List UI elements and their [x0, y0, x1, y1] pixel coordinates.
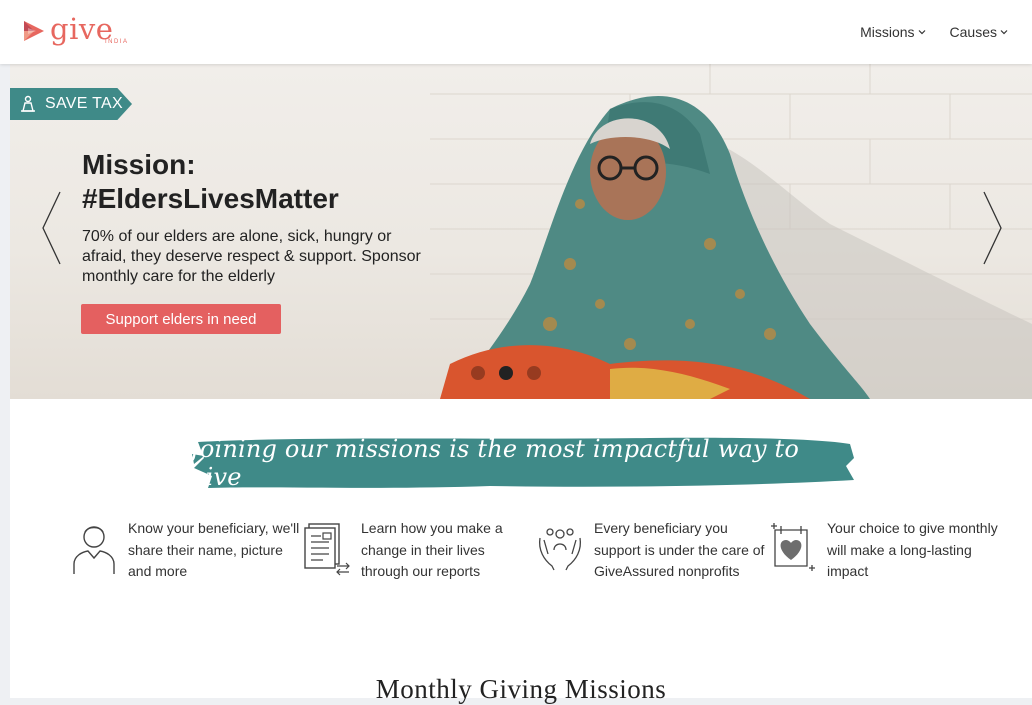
hero-description: 70% of our elders are alone, sick, hungr…: [82, 228, 421, 285]
section-title: Monthly Giving Missions: [375, 674, 667, 704]
report-icon: [304, 523, 350, 576]
carousel-dot-1[interactable]: [471, 366, 485, 380]
feature-item: Every beneficiary you support is under t…: [536, 518, 766, 583]
feature-text: Every beneficiary you support is under t…: [594, 520, 765, 579]
carousel-dot-2[interactable]: [499, 366, 513, 380]
main-nav: Missions Causes: [860, 24, 1008, 40]
missions-banner: Joining our missions is the most impactf…: [190, 435, 856, 491]
hero-carousel: SAVE TAX Mission: #EldersLivesMatter 70%…: [10, 64, 1032, 399]
tax-saving-icon: [21, 95, 35, 112]
logo-mark-icon: [24, 21, 44, 41]
feature-text: Your choice to give monthly will make a …: [827, 520, 998, 579]
chevron-down-icon: [1000, 30, 1008, 35]
carousel-next-arrow-icon[interactable]: [980, 190, 1004, 266]
hands-care-icon: [538, 528, 582, 571]
hero-title-line1: Mission:: [82, 149, 196, 180]
feature-text: Learn how you make a change in their liv…: [361, 520, 503, 579]
carousel-dot-3[interactable]: [527, 366, 541, 380]
nav-causes[interactable]: Causes: [950, 24, 1008, 40]
feature-item: Learn how you make a change in their liv…: [303, 518, 533, 583]
logo-subtext: INDIA: [105, 39, 129, 45]
logo-text: give: [50, 11, 114, 46]
feature-text: Know your beneficiary, we'll share their…: [128, 520, 300, 579]
save-tax-label: SAVE TAX: [45, 95, 123, 112]
save-tax-badge: SAVE TAX: [10, 88, 132, 120]
features-row: Know your beneficiary, we'll share their…: [70, 518, 998, 618]
person-icon: [73, 526, 115, 574]
support-elders-button[interactable]: Support elders in need: [81, 304, 281, 334]
hero-title: Mission: #EldersLivesMatter: [82, 148, 502, 216]
banner-text: Joining our missions is the most impactf…: [190, 435, 800, 491]
hero-title-line2: #EldersLivesMatter: [82, 183, 339, 214]
carousel-dots: [471, 366, 541, 380]
feature-item: Your choice to give monthly will make a …: [769, 518, 999, 583]
nav-missions-label: Missions: [860, 24, 915, 40]
nav-missions[interactable]: Missions: [860, 24, 925, 40]
feature-item: Know your beneficiary, we'll share their…: [70, 518, 300, 583]
carousel-prev-arrow-icon[interactable]: [40, 190, 64, 266]
nav-causes-label: Causes: [949, 24, 997, 40]
heart-calendar-icon: [771, 523, 815, 571]
chevron-down-icon: [918, 30, 925, 35]
page: give INDIA Missions Causes SAVE TAX Miss…: [0, 0, 1032, 704]
site-header: give INDIA Missions Causes: [0, 0, 1032, 64]
give-india-logo[interactable]: give INDIA: [22, 11, 127, 48]
